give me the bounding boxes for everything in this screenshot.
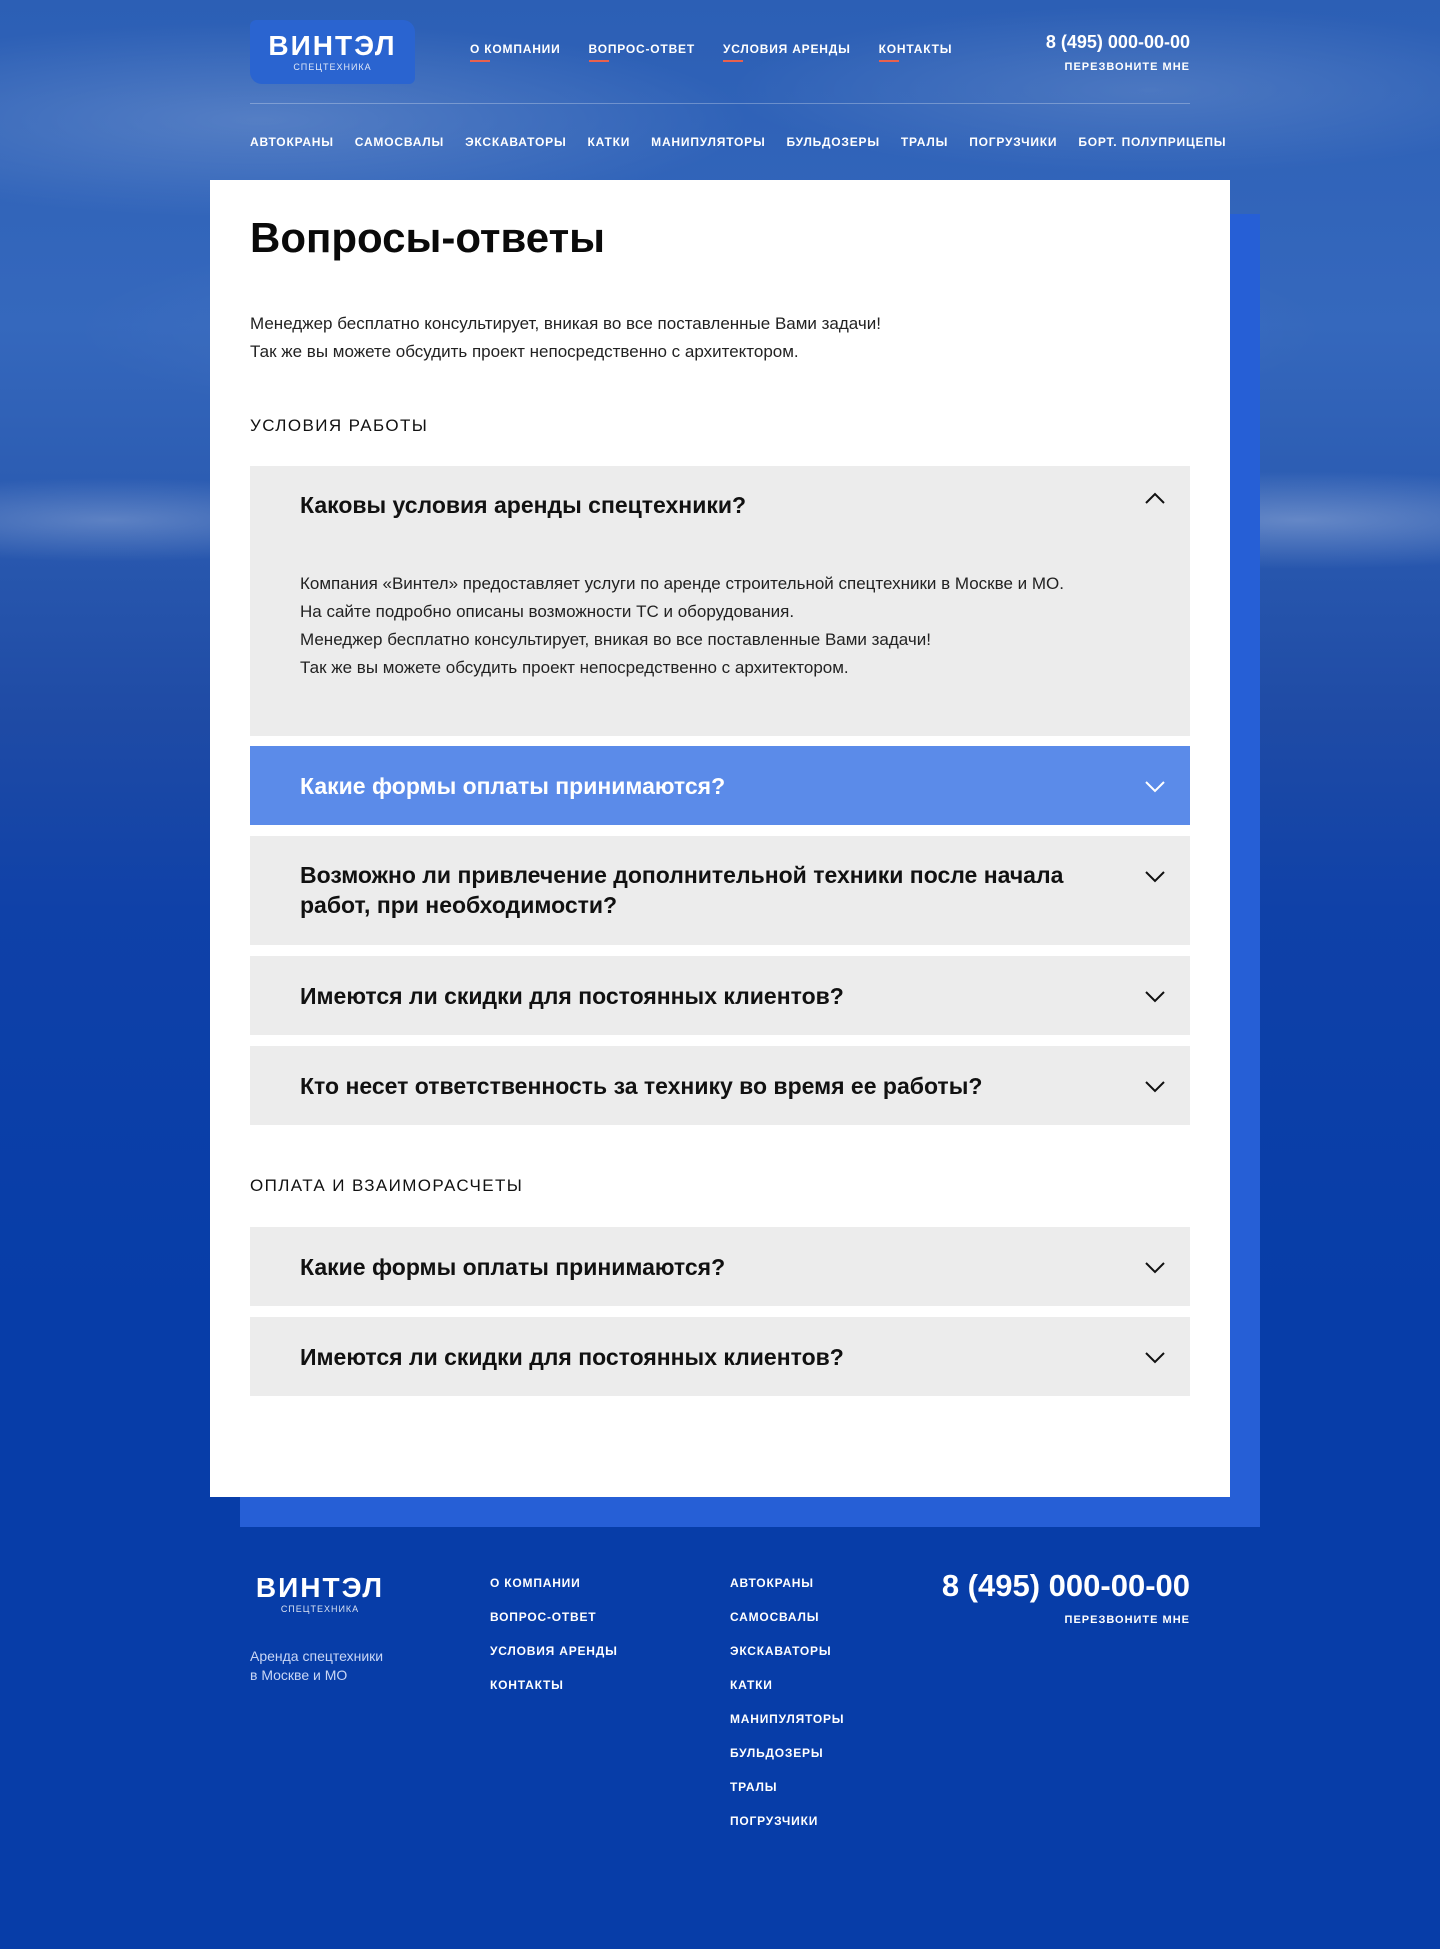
- answer-line: Компания «Винтел» предоставляет услуги п…: [300, 574, 1064, 593]
- faq-question: Имеются ли скидки для постоянных клиенто…: [300, 1344, 844, 1370]
- answer-line: Менеджер бесплатно консультирует, вникая…: [300, 630, 931, 649]
- footer-callback-link[interactable]: ПЕРЕЗВОНИТЕ МНЕ: [942, 1614, 1190, 1626]
- intro-line: Менеджер бесплатно консультирует, вникая…: [250, 314, 881, 333]
- category-item[interactable]: ТРАЛЫ: [901, 135, 948, 149]
- footer-logo-wordmark: ВИНТЭЛ: [255, 1572, 385, 1603]
- footer-link[interactable]: ТРАЛЫ: [730, 1780, 844, 1794]
- footer-link[interactable]: ПОГРУЗЧИКИ: [730, 1814, 844, 1828]
- nav-item-about[interactable]: О КОМПАНИИ: [470, 42, 561, 62]
- footer-link[interactable]: ВОПРОС-ОТВЕТ: [490, 1610, 618, 1624]
- chevron-down-icon[interactable]: [1144, 775, 1166, 797]
- faq-answer: Компания «Винтел» предоставляет услуги п…: [300, 570, 1140, 682]
- intro-line: Так же вы можете обсудить проект непосре…: [250, 342, 799, 361]
- logo-subtitle: СПЕЦТЕХНИКА: [293, 62, 372, 72]
- footer-link[interactable]: КАТКИ: [730, 1678, 844, 1692]
- intro-text: Менеджер бесплатно консультирует, вникая…: [250, 310, 881, 366]
- chevron-up-icon[interactable]: [1144, 488, 1166, 510]
- header-phone[interactable]: 8 (495) 000-00-00: [1046, 32, 1190, 53]
- category-nav: АВТОКРАНЫ САМОСВАЛЫ ЭКСКАВАТОРЫ КАТКИ МА…: [250, 135, 1226, 149]
- chevron-down-icon[interactable]: [1144, 1075, 1166, 1097]
- faq-item-highlighted[interactable]: Какие формы оплаты принимаются?: [250, 746, 1190, 825]
- site-header: ВИНТЭЛ СПЕЦТЕХНИКА О КОМПАНИИ ВОПРОС-ОТВ…: [250, 20, 1190, 104]
- footer-contact: 8 (495) 000-00-00 ПЕРЕЗВОНИТЕ МНЕ: [942, 1568, 1190, 1626]
- faq-item[interactable]: Имеются ли скидки для постоянных клиенто…: [250, 956, 1190, 1035]
- faq-item[interactable]: Кто несет ответственность за технику во …: [250, 1046, 1190, 1125]
- footer-logo[interactable]: ВИНТЭЛ СПЕЦТЕХНИКА: [250, 1572, 390, 1615]
- logo[interactable]: ВИНТЭЛ СПЕЦТЕХНИКА: [250, 20, 415, 84]
- footer-description: Аренда спецтехники в Москве и МО: [250, 1647, 383, 1685]
- category-item[interactable]: САМОСВАЛЫ: [355, 135, 444, 149]
- content-panel: Вопросы-ответы Менеджер бесплатно консул…: [210, 180, 1230, 1497]
- footer-link[interactable]: АВТОКРАНЫ: [730, 1576, 844, 1590]
- chevron-down-icon[interactable]: [1144, 1256, 1166, 1278]
- nav-item-faq[interactable]: ВОПРОС-ОТВЕТ: [588, 42, 695, 62]
- category-item[interactable]: КАТКИ: [588, 135, 631, 149]
- faq-question: Какие формы оплаты принимаются?: [300, 1254, 726, 1280]
- answer-line: На сайте подробно описаны возможности ТС…: [300, 602, 795, 621]
- footer-description-line: в Москве и МО: [250, 1667, 348, 1683]
- header-contact: 8 (495) 000-00-00 ПЕРЕЗВОНИТЕ МНЕ: [1046, 32, 1190, 73]
- nav-item-contacts[interactable]: КОНТАКТЫ: [878, 42, 953, 62]
- logo-wordmark: ВИНТЭЛ: [268, 30, 397, 61]
- chevron-down-icon[interactable]: [1144, 1346, 1166, 1368]
- footer-link[interactable]: БУЛЬДОЗЕРЫ: [730, 1746, 844, 1760]
- top-nav: О КОМПАНИИ ВОПРОС-ОТВЕТ УСЛОВИЯ АРЕНДЫ К…: [470, 42, 953, 62]
- footer-nav-categories: АВТОКРАНЫ САМОСВАЛЫ ЭКСКАВАТОРЫ КАТКИ МА…: [730, 1576, 844, 1848]
- page-title: Вопросы-ответы: [250, 214, 606, 261]
- section-title-work-terms: УСЛОВИЯ РАБОТЫ: [250, 416, 429, 435]
- category-item[interactable]: ПОГРУЗЧИКИ: [969, 135, 1057, 149]
- faq-question: Кто несет ответственность за технику во …: [300, 1073, 983, 1099]
- footer-phone[interactable]: 8 (495) 000-00-00: [942, 1568, 1190, 1604]
- section-title-payments: ОПЛАТА И ВЗАИМОРАСЧЕТЫ: [250, 1176, 524, 1195]
- footer-link[interactable]: УСЛОВИЯ АРЕНДЫ: [490, 1644, 618, 1658]
- category-item[interactable]: МАНИПУЛЯТОРЫ: [651, 135, 765, 149]
- faq-question: Какие формы оплаты принимаются?: [300, 773, 726, 799]
- footer-link[interactable]: КОНТАКТЫ: [490, 1678, 618, 1692]
- nav-item-rental-terms[interactable]: УСЛОВИЯ АРЕНДЫ: [722, 42, 851, 62]
- site-footer: ВИНТЭЛ СПЕЦТЕХНИКА Аренда спецтехники в …: [0, 1560, 1440, 1949]
- footer-logo-subtitle: СПЕЦТЕХНИКА: [280, 1604, 360, 1614]
- faq-question: Каковы условия аренды спецтехники?: [300, 492, 747, 518]
- footer-nav-company: О КОМПАНИИ ВОПРОС-ОТВЕТ УСЛОВИЯ АРЕНДЫ К…: [490, 1576, 618, 1712]
- chevron-down-icon[interactable]: [1144, 985, 1166, 1007]
- category-item[interactable]: БОРТ. ПОЛУПРИЦЕПЫ: [1078, 135, 1226, 149]
- category-item[interactable]: БУЛЬДОЗЕРЫ: [787, 135, 880, 149]
- faq-item[interactable]: Имеются ли скидки для постоянных клиенто…: [250, 1317, 1190, 1396]
- faq-item[interactable]: Какие формы оплаты принимаются?: [250, 1227, 1190, 1306]
- footer-description-line: Аренда спецтехники: [250, 1648, 384, 1664]
- faq-question: Имеются ли скидки для постоянных клиенто…: [300, 983, 844, 1009]
- footer-link[interactable]: ЭКСКАВАТОРЫ: [730, 1644, 844, 1658]
- callback-link[interactable]: ПЕРЕЗВОНИТЕ МНЕ: [1046, 61, 1190, 73]
- faq-question: Возможно ли привлечение дополнительной т…: [300, 862, 1064, 918]
- category-item[interactable]: АВТОКРАНЫ: [250, 135, 334, 149]
- faq-item[interactable]: Возможно ли привлечение дополнительной т…: [250, 836, 1190, 945]
- faq-item-expanded[interactable]: Каковы условия аренды спецтехники? Компа…: [250, 466, 1190, 736]
- footer-link[interactable]: МАНИПУЛЯТОРЫ: [730, 1712, 844, 1726]
- category-item[interactable]: ЭКСКАВАТОРЫ: [465, 135, 566, 149]
- chevron-down-icon[interactable]: [1144, 865, 1166, 887]
- footer-link[interactable]: О КОМПАНИИ: [490, 1576, 618, 1590]
- footer-link[interactable]: САМОСВАЛЫ: [730, 1610, 844, 1624]
- answer-line: Так же вы можете обсудить проект непосре…: [300, 658, 849, 677]
